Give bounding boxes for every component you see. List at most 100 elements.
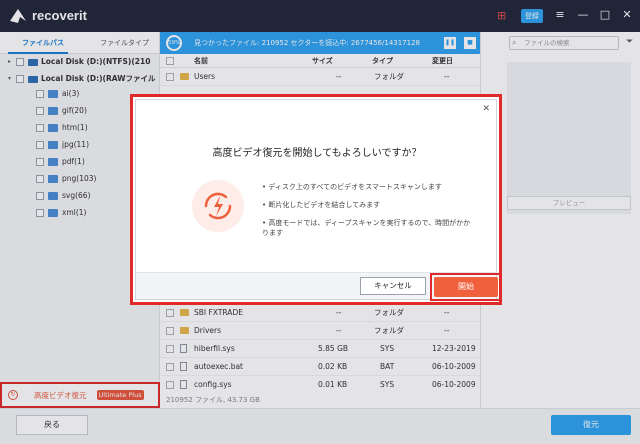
- file-icon: [180, 344, 187, 353]
- menu-icon[interactable]: ≡: [553, 8, 567, 21]
- cart-icon[interactable]: ⊞: [497, 9, 506, 22]
- type-label: htm(1): [62, 123, 88, 132]
- checkbox[interactable]: [16, 58, 24, 66]
- advanced-video-recovery-bar[interactable]: ↻ 高度ビデオ復元 Ultimate Plus: [0, 382, 160, 408]
- column-type[interactable]: タイプ: [372, 54, 393, 68]
- checkbox[interactable]: [36, 209, 44, 217]
- checkbox[interactable]: [36, 141, 44, 149]
- drive-icon: [28, 58, 38, 66]
- dialog-title: 高度ビデオ復元を開始してもよろしいですか？: [212, 148, 422, 159]
- file-size: 0.02 KB: [318, 362, 348, 371]
- folder-icon: [180, 309, 189, 316]
- drive-label: Local Disk (D:)(NTFS)(210: [41, 57, 151, 66]
- file-date: --: [444, 308, 450, 317]
- folder-icon: [48, 175, 58, 183]
- recoverit-logo-icon: [10, 9, 26, 23]
- file-name: hiberfil.sys: [194, 344, 235, 353]
- checkbox[interactable]: [36, 107, 44, 115]
- table-row[interactable]: hiberfil.sys 5.85 GB SYS 12-23-2019: [160, 340, 480, 358]
- file-size: --: [336, 326, 342, 335]
- row-checkbox[interactable]: [166, 327, 174, 335]
- file-icon: [180, 380, 187, 389]
- cancel-button[interactable]: キャンセル: [360, 277, 426, 295]
- file-type: BAT: [380, 362, 395, 371]
- tree-drive-raw[interactable]: ▾ Local Disk (D:)(RAWファイル: [8, 72, 156, 86]
- file-type: フォルダ: [374, 326, 404, 335]
- file-type: フォルダ: [374, 72, 404, 81]
- bottom-bar: 戻る 復元: [0, 408, 640, 444]
- folder-icon: [48, 107, 58, 115]
- video-recovery-icon: [192, 180, 244, 232]
- folder-icon: [48, 192, 58, 200]
- row-checkbox[interactable]: [166, 345, 174, 353]
- row-checkbox[interactable]: [166, 363, 174, 371]
- tree-type-gif[interactable]: gif(20): [36, 104, 87, 118]
- folder-icon: [48, 158, 58, 166]
- pause-button[interactable]: ❚❚: [444, 37, 456, 49]
- checkbox[interactable]: [36, 90, 44, 98]
- dialog-bullet-list: • ディスク上のすべてのビデオをスマートスキャンします • 断片化したビデオを結…: [262, 182, 472, 246]
- collapse-icon[interactable]: ▾: [8, 72, 16, 86]
- file-date: --: [444, 72, 450, 81]
- file-date: --: [444, 326, 450, 335]
- checkbox[interactable]: [36, 192, 44, 200]
- lightning-refresh-icon: [204, 192, 232, 220]
- tree-type-png[interactable]: png(103): [36, 172, 96, 186]
- folder-icon: [48, 90, 58, 98]
- table-row[interactable]: autoexec.bat 0.02 KB BAT 06-10-2009: [160, 358, 480, 376]
- file-date: 06-10-2009: [432, 362, 476, 371]
- file-name: SBI FXTRADE: [194, 308, 243, 317]
- expand-icon[interactable]: ▸: [8, 55, 16, 69]
- table-row[interactable]: SBI FXTRADE -- フォルダ --: [160, 304, 480, 322]
- column-size[interactable]: サイズ: [312, 54, 333, 68]
- login-button[interactable]: 登録: [521, 9, 543, 23]
- type-label: svg(66): [62, 191, 91, 200]
- folder-icon: [180, 73, 189, 80]
- recover-button[interactable]: 復元: [551, 415, 631, 435]
- search-input[interactable]: ファイルの検索: [509, 36, 619, 50]
- brand-name: recoverit: [32, 8, 87, 23]
- tree-drive-ntfs[interactable]: ▸ Local Disk (D:)(NTFS)(210: [8, 55, 150, 69]
- tree-type-ai[interactable]: ai(3): [36, 87, 79, 101]
- dialog-footer: キャンセル 開始: [136, 272, 502, 301]
- file-name: Drivers: [194, 326, 221, 335]
- tree-type-jpg[interactable]: jpg(11): [36, 138, 89, 152]
- column-name[interactable]: 名前: [194, 54, 208, 68]
- tree-type-svg[interactable]: svg(66): [36, 189, 91, 203]
- sidebar-tabs: ファイルパス ファイルタイプ: [0, 32, 159, 54]
- maximize-icon[interactable]: □: [598, 8, 612, 21]
- type-label: pdf(1): [62, 157, 85, 166]
- tab-file-path[interactable]: ファイルパス: [22, 38, 64, 48]
- table-row[interactable]: Users -- フォルダ --: [160, 68, 480, 86]
- tree-type-xml[interactable]: xml(1): [36, 206, 86, 220]
- preview-button[interactable]: プレビュー: [507, 196, 631, 210]
- tab-file-type[interactable]: ファイルタイプ: [100, 38, 149, 48]
- checkbox[interactable]: [36, 124, 44, 132]
- scan-status-bar: 59% 見つかったファイル: 210952 セクターを読込中: 2677456/…: [160, 32, 480, 54]
- start-button-highlight: 開始: [430, 273, 502, 301]
- filter-icon[interactable]: ⏷: [626, 37, 633, 47]
- row-checkbox[interactable]: [166, 381, 174, 389]
- start-button[interactable]: 開始: [434, 277, 498, 297]
- folder-icon: [48, 209, 58, 217]
- minimize-icon[interactable]: —: [576, 8, 590, 21]
- row-checkbox[interactable]: [166, 309, 174, 317]
- type-label: xml(1): [62, 208, 87, 217]
- tree-type-htm[interactable]: htm(1): [36, 121, 88, 135]
- tree-type-pdf[interactable]: pdf(1): [36, 155, 85, 169]
- back-button[interactable]: 戻る: [16, 415, 88, 435]
- video-recovery-icon: ↻: [8, 390, 18, 400]
- preview-area: [507, 62, 631, 214]
- checkbox[interactable]: [36, 158, 44, 166]
- select-all-checkbox[interactable]: [166, 57, 174, 65]
- checkbox[interactable]: [16, 75, 24, 83]
- active-tab-indicator: [8, 52, 68, 54]
- type-label: jpg(11): [62, 140, 90, 149]
- table-row[interactable]: Drivers -- フォルダ --: [160, 322, 480, 340]
- dialog-close-icon[interactable]: ✕: [482, 104, 490, 114]
- stop-button[interactable]: ■: [464, 37, 476, 49]
- checkbox[interactable]: [36, 175, 44, 183]
- column-date[interactable]: 変更日: [432, 54, 453, 68]
- close-icon[interactable]: ✕: [620, 8, 634, 21]
- row-checkbox[interactable]: [166, 73, 174, 81]
